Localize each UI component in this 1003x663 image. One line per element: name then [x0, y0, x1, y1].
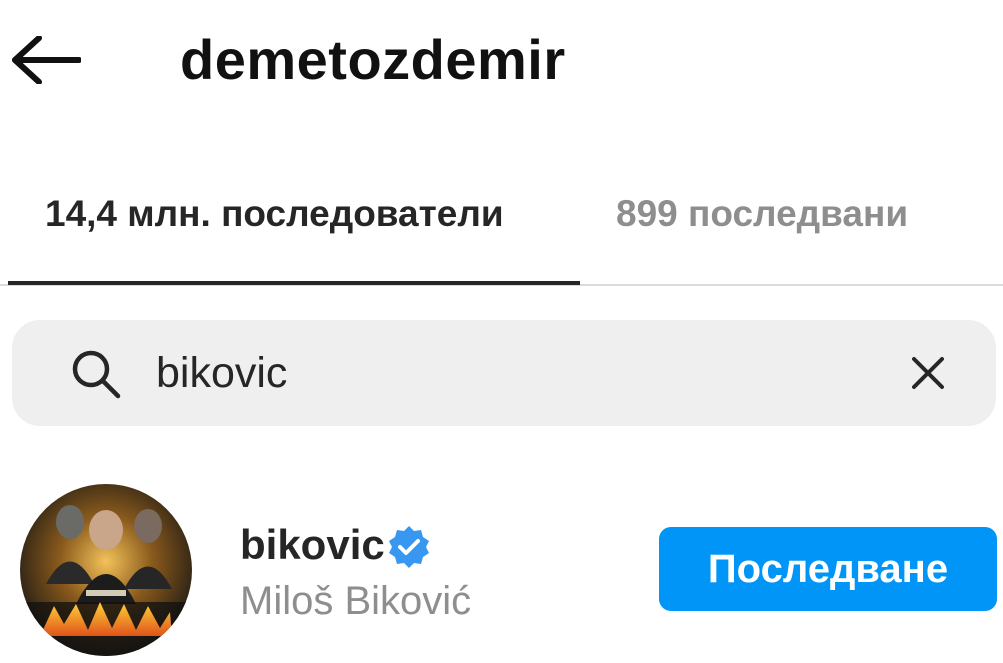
tab-followers[interactable]: 14,4 млн. последователи [45, 186, 504, 242]
close-icon [912, 357, 944, 389]
result-username[interactable]: bikovic [240, 518, 385, 572]
back-button[interactable] [6, 28, 86, 92]
search-bar [12, 320, 996, 426]
arrow-left-icon [12, 36, 81, 84]
list-item[interactable]: bikovic Miloš Biković Последване [0, 470, 1003, 663]
movie-poster-avatar [20, 484, 192, 656]
active-tab-indicator [8, 281, 580, 285]
avatar[interactable] [20, 484, 192, 656]
tab-following[interactable]: 899 последвани [616, 186, 908, 242]
search-input[interactable] [156, 342, 876, 404]
follow-button[interactable]: Последване [659, 527, 997, 611]
clear-search-button[interactable] [905, 350, 951, 396]
result-full-name: Miloš Biković [240, 579, 472, 623]
verified-badge-icon [389, 526, 429, 568]
followers-screen: demetozdemir 14,4 млн. последователи 899… [0, 0, 1003, 663]
page-title: demetozdemir [180, 28, 566, 91]
search-icon [72, 350, 121, 399]
